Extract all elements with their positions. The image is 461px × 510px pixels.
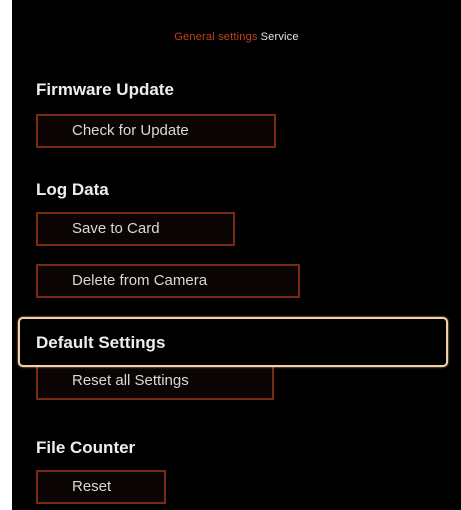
save-to-card-button[interactable]: Save to Card: [36, 212, 235, 246]
delete-from-camera-button[interactable]: Delete from Camera: [36, 264, 300, 298]
reset-file-counter-button[interactable]: Reset: [36, 470, 166, 504]
reset-all-settings-button[interactable]: Reset all Settings: [36, 364, 274, 400]
check-for-update-button[interactable]: Check for Update: [36, 114, 276, 148]
log-data-heading: Log Data: [36, 180, 109, 199]
firmware-update-heading: Firmware Update: [36, 80, 174, 99]
default-settings-heading: Default Settings: [36, 333, 166, 352]
service-settings-screen: General settings Service Firmware Update …: [12, 0, 461, 510]
breadcrumb-current: Service: [260, 31, 299, 43]
file-counter-heading: File Counter: [36, 438, 136, 457]
breadcrumb: General settings Service: [12, 31, 461, 43]
breadcrumb-parent[interactable]: General settings: [174, 31, 257, 43]
default-settings-row-selected[interactable]: Default Settings: [18, 317, 448, 367]
